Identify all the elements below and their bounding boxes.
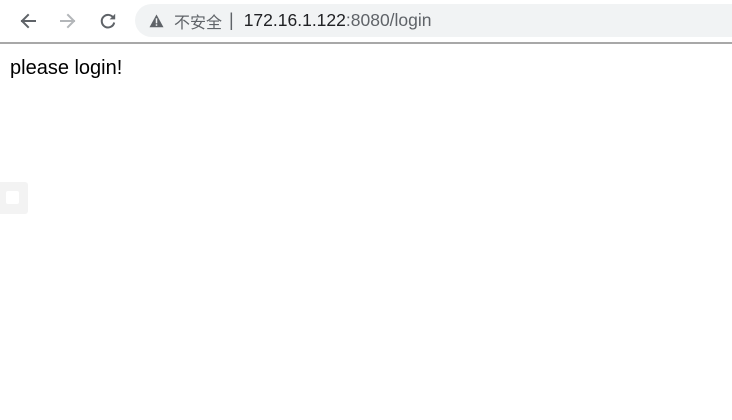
back-button[interactable] — [12, 5, 44, 37]
omnibox-separator: | — [229, 10, 234, 30]
security-label: 不安全 — [174, 12, 223, 32]
side-panel-handle[interactable] — [0, 182, 28, 214]
security-indicator[interactable]: 不安全 — [149, 4, 222, 37]
address-bar[interactable]: 不安全 | 172.16.1.122:8080/login — [135, 4, 732, 37]
warning-triangle-icon — [149, 14, 164, 28]
forward-button[interactable] — [52, 5, 84, 37]
reload-icon — [100, 13, 116, 29]
url-text[interactable]: 172.16.1.122:8080/login — [244, 10, 432, 31]
arrow-right-icon — [60, 13, 76, 29]
side-handle-square-icon — [6, 191, 19, 204]
page-content: please login! — [0, 44, 732, 420]
browser-toolbar: 不安全 | 172.16.1.122:8080/login — [0, 0, 732, 44]
login-message: please login! — [10, 57, 123, 79]
url-port-path: :8080/login — [345, 10, 432, 30]
url-host: 172.16.1.122 — [243, 10, 346, 30]
reload-button[interactable] — [92, 5, 124, 37]
arrow-left-icon — [20, 13, 36, 29]
